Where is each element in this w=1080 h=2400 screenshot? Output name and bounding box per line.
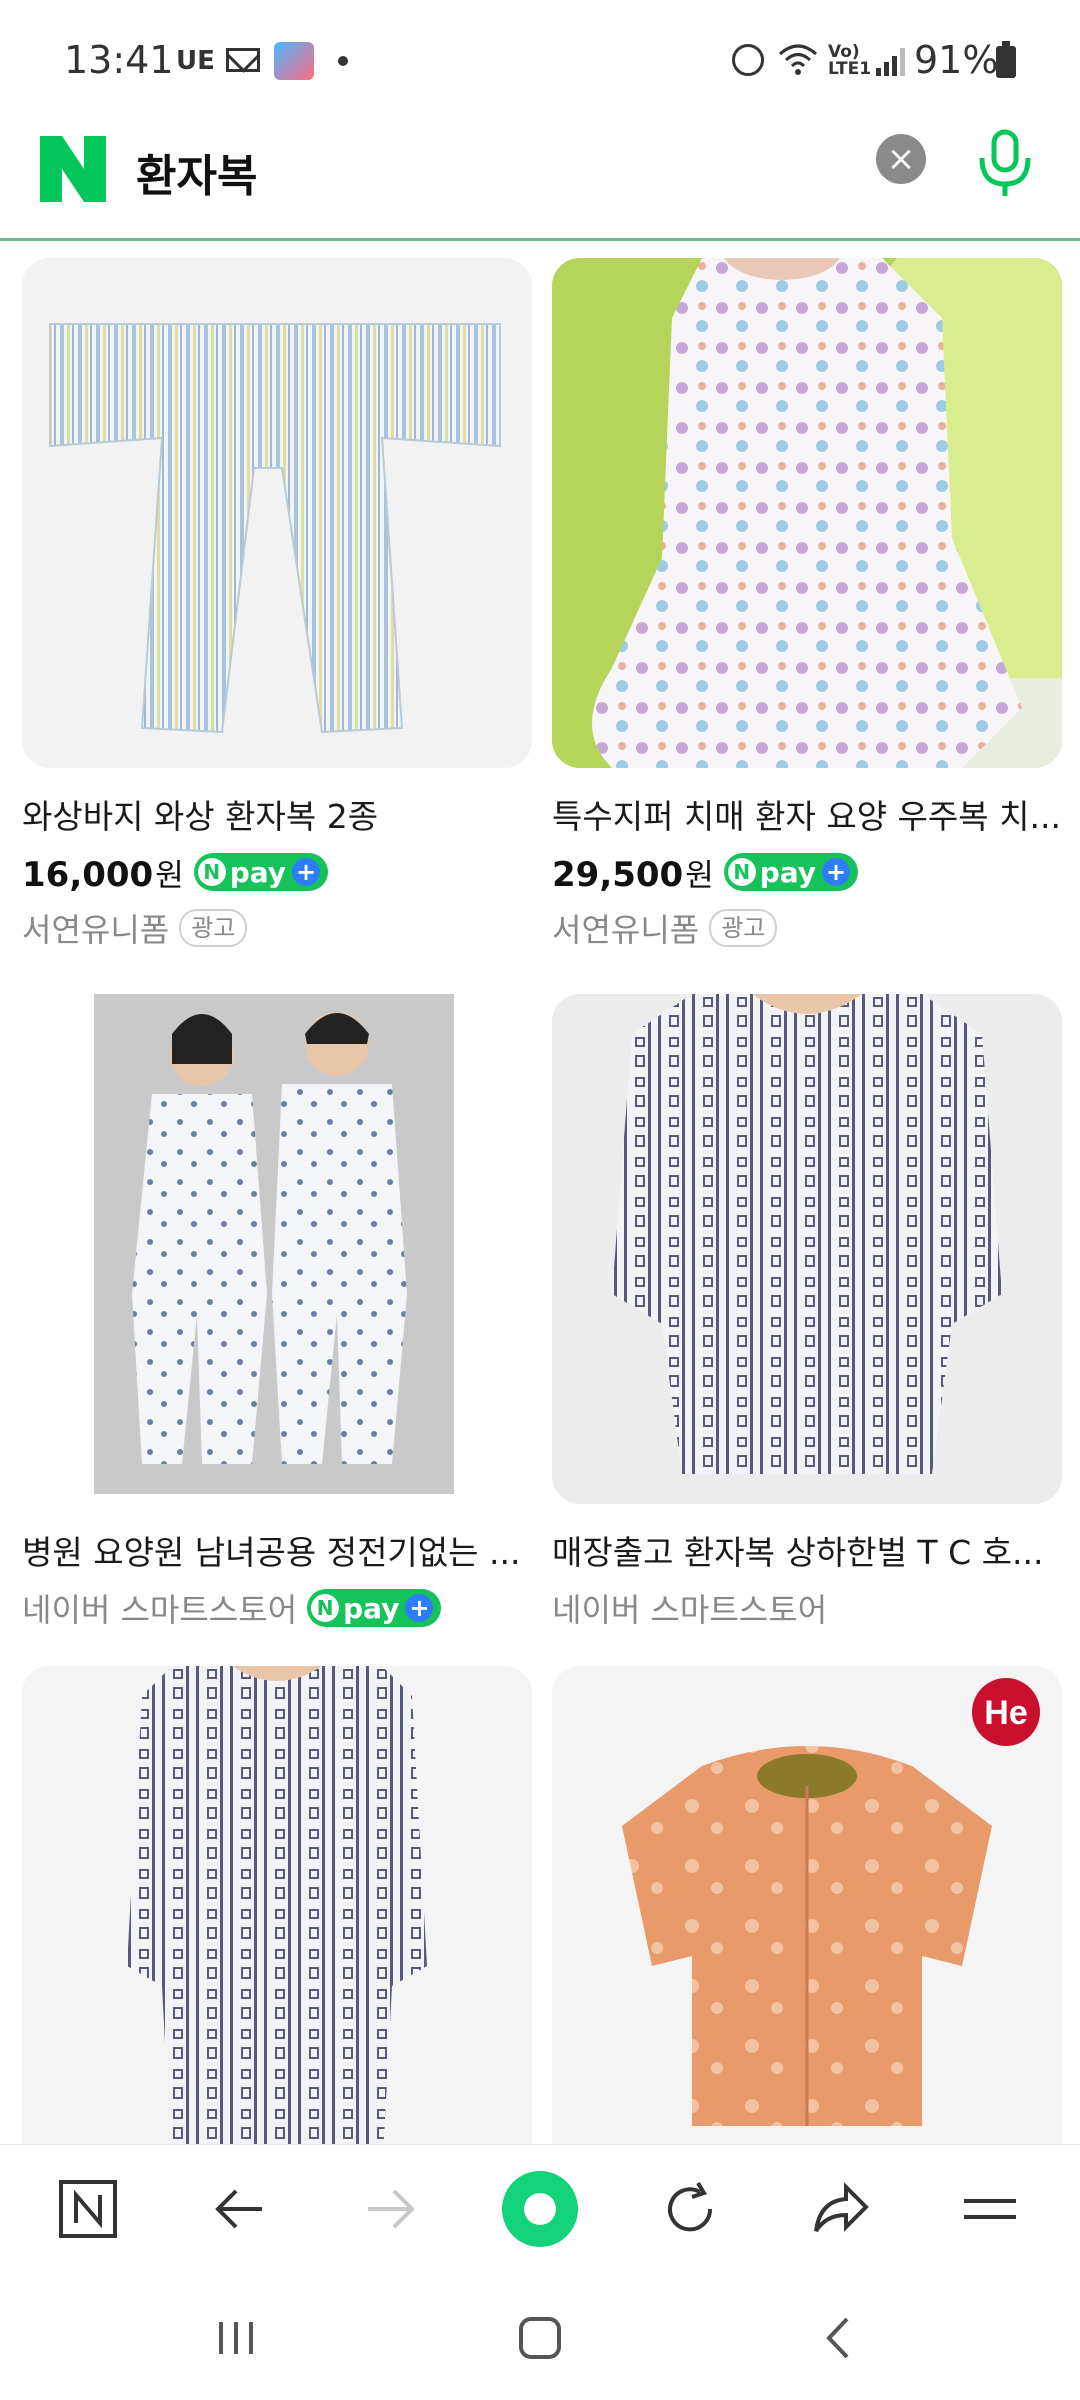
seller-name[interactable]: 네이버 스마트스토어 [552,1585,827,1631]
system-back-button[interactable] [800,2308,880,2368]
hamburger-icon [964,2199,1016,2219]
browser-toolbar [0,2144,1080,2273]
status-time: 13:41 [64,38,174,82]
product-title[interactable]: 병원 요양원 남녀공용 정전기없는 ... [22,1526,532,1574]
recent-apps-icon [219,2322,253,2354]
product-title[interactable]: 와상바지 와상 환자복 2종 [22,790,532,838]
home-button[interactable] [500,2308,580,2368]
npay-badge: Npay + [723,853,859,891]
ad-badge: 광고 [179,909,248,947]
recent-apps-button[interactable] [196,2308,276,2368]
signal-icon [876,46,906,76]
product-image[interactable] [22,1666,532,2176]
seller-row: 서연유니폼 광고 [22,906,532,950]
product-price: 16,000원 [22,854,184,895]
mail-icon [226,48,260,72]
forward-button[interactable] [350,2169,430,2249]
battery-icon [996,41,1016,78]
app-icon [274,42,314,80]
product-image[interactable] [22,258,532,768]
seller-name[interactable]: 네이버 스마트스토어 [22,1585,297,1631]
product-card[interactable]: 매장출고 환자복 상하한벌 T C 호... 네이버 스마트스토어 [552,994,1062,1630]
plus-icon: + [405,1594,434,1622]
product-card[interactable]: 특수지퍼 치매 환자 요양 우주복 치... 29,500원 Npay + 서연유… [552,258,1062,950]
brand-badge: He [984,1694,1027,1732]
product-image[interactable]: He [552,1666,1062,2176]
product-card[interactable]: 병원 요양원 남녀공용 정전기없는 ... 네이버 스마트스토어 Npay + [22,994,532,1630]
seller-name[interactable]: 서연유니폼 [552,905,699,951]
product-title[interactable]: 매장출고 환자복 상하한벌 T C 호... [552,1526,1062,1574]
arrow-right-icon [368,2189,415,2229]
wifi-icon [778,42,818,85]
arrow-left-icon [215,2189,262,2229]
battery-percent: 91% [914,38,999,82]
chevron-left-icon [826,2317,849,2359]
product-card[interactable] [22,1666,532,2176]
product-image[interactable] [552,994,1062,1504]
menu-button[interactable] [950,2169,1030,2249]
search-header: 환자복 × [0,120,1080,241]
dot-icon [338,56,348,66]
price-row: 29,500원 Npay + [552,850,1062,895]
product-image[interactable] [552,258,1062,768]
naver-n-icon: N [311,1594,340,1622]
seller-name[interactable]: 서연유니폼 [22,905,169,951]
product-title[interactable]: 특수지퍼 치매 환자 요양 우주복 치... [552,790,1062,838]
naver-n-icon: N [727,858,756,886]
product-card[interactable]: 와상바지 와상 환자복 2종 16,000원 Npay + 서연유니폼 광고 [22,258,532,950]
alarm-icon [732,44,764,76]
volte-icon: Vo) LTE1 [828,42,872,79]
status-bar: 13:41 UE Vo) LTE1 91% [0,0,1080,120]
product-image[interactable] [22,994,532,1504]
naver-logo-icon[interactable] [40,136,106,202]
seller-row: 서연유니폼 광고 [552,906,1062,950]
carrier-label: UE [176,46,215,76]
share-button[interactable] [800,2169,880,2249]
npay-badge: Npay + [193,853,329,891]
home-icon [519,2317,561,2359]
product-price: 29,500원 [552,854,714,895]
product-card[interactable]: He [552,1666,1062,2176]
share-icon [814,2182,869,2233]
price-row: 16,000원 Npay + [22,850,532,895]
plus-icon: + [822,858,851,886]
search-query[interactable]: 환자복 [136,140,257,204]
seller-row: 네이버 스마트스토어 [552,1586,1062,1630]
system-navigation-bar [0,2272,1080,2400]
naver-n-icon: N [197,858,226,886]
ad-badge: 광고 [709,909,778,947]
green-dot-icon [502,2171,578,2247]
mic-icon[interactable] [970,128,1040,200]
back-button[interactable] [200,2169,280,2249]
npay-badge: Npay + [307,1589,442,1627]
reload-button[interactable] [650,2169,730,2249]
naver-n-icon [59,2180,117,2238]
plus-icon: + [292,858,321,886]
seller-row: 네이버 스마트스토어 Npay + [22,1586,532,1630]
green-dot-button[interactable] [500,2169,580,2249]
clear-search-button[interactable]: × [876,134,926,184]
reload-icon [668,2181,713,2232]
naver-home-button[interactable] [48,2169,128,2249]
